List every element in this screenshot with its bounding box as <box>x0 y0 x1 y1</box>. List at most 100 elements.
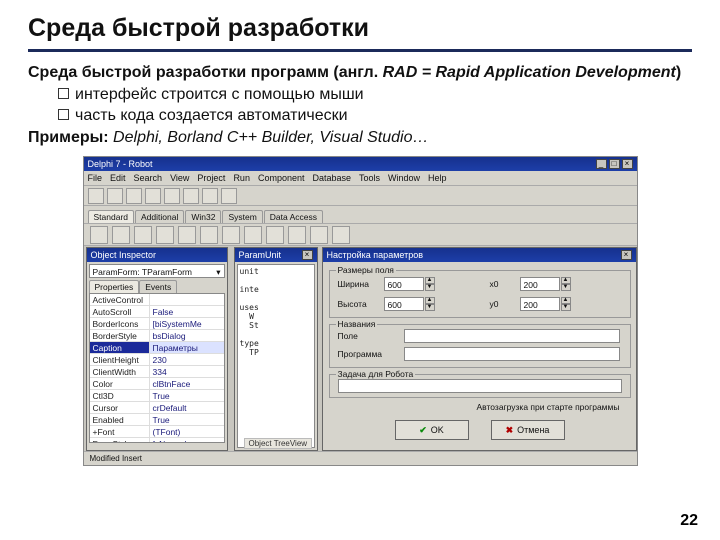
component-icon[interactable] <box>112 226 130 244</box>
oi-prop-name: Ctl3D <box>90 390 150 401</box>
oi-prop-value[interactable]: fsNormal <box>150 438 224 443</box>
oi-row[interactable]: ColorclBtnFace <box>90 378 224 390</box>
lbl-field: Поле <box>338 331 358 341</box>
oi-prop-name: ActiveControl <box>90 294 150 305</box>
menu-item[interactable]: Window <box>388 171 420 185</box>
lbl-width: Ширина <box>338 279 369 289</box>
oi-row[interactable]: ClientHeight230 <box>90 354 224 366</box>
inp-x0[interactable]: 200 <box>520 277 560 291</box>
menu-item[interactable]: Component <box>258 171 305 185</box>
inp-task[interactable] <box>338 379 622 393</box>
lead-suffix: ) <box>676 64 681 81</box>
oi-row[interactable]: Ctl3DTrue <box>90 390 224 402</box>
inp-field[interactable] <box>404 329 620 343</box>
menu-item[interactable]: Run <box>233 171 250 185</box>
tab-standard[interactable]: Standard <box>88 210 135 223</box>
inp-prog[interactable] <box>404 347 620 361</box>
oi-row[interactable]: BorderStylebsDialog <box>90 330 224 342</box>
oi-property-grid[interactable]: ActiveControlAutoScrollFalseBorderIcons[… <box>89 293 225 443</box>
tab-additional[interactable]: Additional <box>135 210 184 223</box>
toolbar-button[interactable] <box>88 188 104 204</box>
component-icon[interactable] <box>90 226 108 244</box>
oi-prop-value[interactable]: 230 <box>150 354 224 365</box>
oi-prop-value[interactable]: Параметры <box>150 342 224 353</box>
spin-width[interactable]: ▲▼ <box>425 277 435 291</box>
tab-system[interactable]: System <box>222 210 262 223</box>
spin-x0[interactable]: ▲▼ <box>561 277 571 291</box>
component-icon[interactable] <box>244 226 262 244</box>
oi-prop-value[interactable]: bsDialog <box>150 330 224 341</box>
tab-dataaccess[interactable]: Data Access <box>264 210 323 223</box>
component-icon[interactable] <box>156 226 174 244</box>
lbl-autoload[interactable]: Автозагрузка при старте программы <box>477 402 620 412</box>
spin-y0[interactable]: ▲▼ <box>561 297 571 311</box>
cancel-button[interactable]: ✖ Отмена <box>491 420 565 440</box>
toolbar-button[interactable] <box>107 188 123 204</box>
menu-item[interactable]: Project <box>197 171 225 185</box>
code-text[interactable]: unit inte uses W St type TP <box>237 264 315 448</box>
oi-row[interactable]: EnabledTrue <box>90 414 224 426</box>
component-icon[interactable] <box>310 226 328 244</box>
oi-row[interactable]: AutoScrollFalse <box>90 306 224 318</box>
ok-button[interactable]: ✔ OK <box>395 420 469 440</box>
close-icon[interactable]: × <box>621 250 632 260</box>
oi-prop-value[interactable]: clBtnFace <box>150 378 224 389</box>
toolbar-button[interactable] <box>126 188 142 204</box>
tab-properties[interactable]: Properties <box>89 280 140 293</box>
oi-component-select[interactable]: ParamForm: TParamForm ▾ <box>89 264 225 278</box>
menu-item[interactable]: File <box>88 171 103 185</box>
maximize-icon[interactable]: □ <box>609 159 620 169</box>
oi-row[interactable]: BorderIcons[biSystemMe <box>90 318 224 330</box>
tab-win32[interactable]: Win32 <box>185 210 221 223</box>
menu-item[interactable]: Search <box>134 171 163 185</box>
inp-height[interactable]: 600 <box>384 297 424 311</box>
close-icon[interactable]: × <box>622 159 633 169</box>
menu-item[interactable]: Help <box>428 171 447 185</box>
oi-prop-value[interactable] <box>150 294 224 305</box>
inp-y0[interactable]: 200 <box>520 297 560 311</box>
oi-prop-value[interactable]: 334 <box>150 366 224 377</box>
oi-selected-text: ParamForm: TParamForm <box>93 265 193 277</box>
oi-row[interactable]: FormStylefsNormal <box>90 438 224 443</box>
slide-body: Среда быстрой разработки программ (англ.… <box>28 62 692 148</box>
oi-prop-value[interactable]: False <box>150 306 224 317</box>
oi-prop-value[interactable]: True <box>150 390 224 401</box>
oi-row[interactable]: ClientWidth334 <box>90 366 224 378</box>
group-size-label: Размеры поля <box>336 265 396 275</box>
menu-item[interactable]: Database <box>312 171 351 185</box>
oi-row[interactable]: CursorcrDefault <box>90 402 224 414</box>
component-icon[interactable] <box>222 226 240 244</box>
oi-prop-value[interactable]: crDefault <box>150 402 224 413</box>
menu-item[interactable]: Edit <box>110 171 126 185</box>
lbl-height: Высота <box>338 299 367 309</box>
close-icon[interactable]: × <box>302 250 313 260</box>
toolbar-button[interactable] <box>164 188 180 204</box>
oi-prop-value[interactable]: [biSystemMe <box>150 318 224 329</box>
component-icon[interactable] <box>178 226 196 244</box>
oi-row[interactable]: ActiveControl <box>90 294 224 306</box>
spin-height[interactable]: ▲▼ <box>425 297 435 311</box>
oi-prop-value[interactable]: (TFont) <box>150 426 224 437</box>
cross-icon: ✖ <box>506 425 514 436</box>
menu-item[interactable]: View <box>170 171 189 185</box>
component-icon[interactable] <box>332 226 350 244</box>
inp-width[interactable]: 600 <box>384 277 424 291</box>
toolbar-button[interactable] <box>221 188 237 204</box>
oi-prop-value[interactable]: True <box>150 414 224 425</box>
oi-row[interactable]: +Font(TFont) <box>90 426 224 438</box>
component-icon[interactable] <box>288 226 306 244</box>
component-icon[interactable] <box>266 226 284 244</box>
menu-item[interactable]: Tools <box>359 171 380 185</box>
toolbar-button[interactable] <box>145 188 161 204</box>
bullet-box-icon <box>58 109 69 120</box>
bullet-2: часть кода создается автоматически <box>75 105 348 127</box>
oi-row[interactable]: CaptionПараметры <box>90 342 224 354</box>
tab-events[interactable]: Events <box>139 280 177 293</box>
component-icon[interactable] <box>200 226 218 244</box>
toolbar-button[interactable] <box>183 188 199 204</box>
oi-title-text: Object Inspector <box>91 248 157 262</box>
toolbar-button[interactable] <box>202 188 218 204</box>
minimize-icon[interactable]: _ <box>596 159 607 169</box>
component-icon[interactable] <box>134 226 152 244</box>
cancel-label: Отмена <box>517 425 549 435</box>
